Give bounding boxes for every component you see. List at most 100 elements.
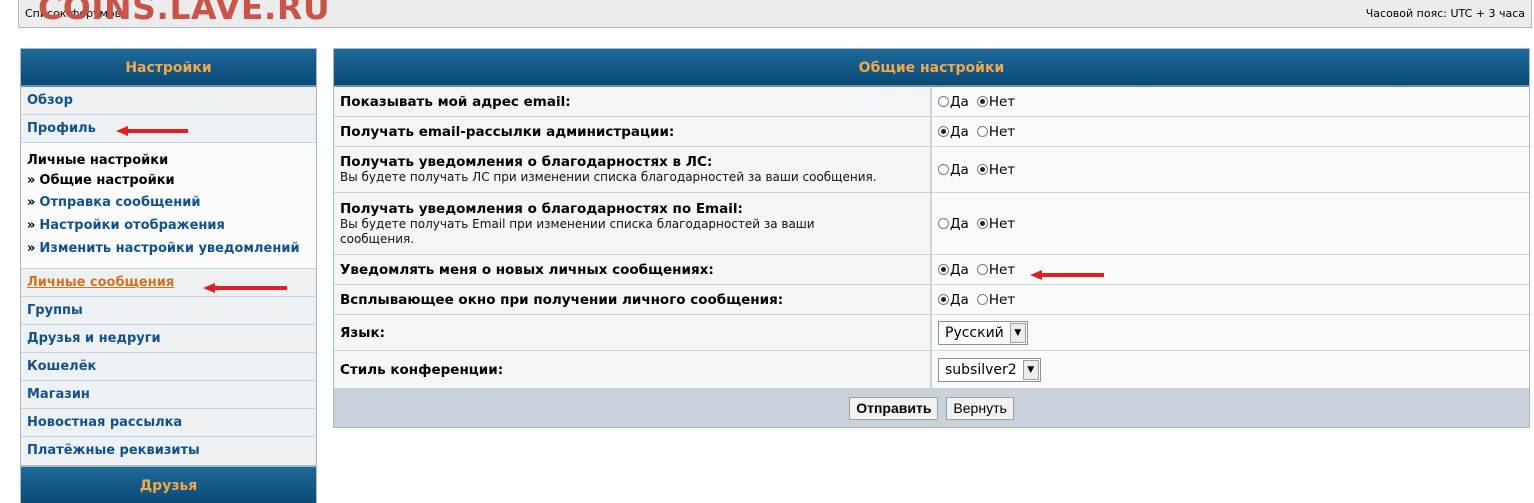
setting-label: Уведомлять меня о новых личных сообщения… — [340, 261, 714, 278]
general-settings-panel: Общие настройки Показывать мой адрес ema… — [333, 48, 1530, 428]
chevron-down-icon[interactable]: ▼ — [1009, 322, 1026, 343]
radio-label: Нет — [988, 93, 1016, 110]
sidebar-item-friends-foes[interactable]: Друзья и недруги — [21, 325, 316, 353]
sidebar-item-payment-details[interactable]: Платёжные реквизиты — [21, 437, 316, 465]
radio-no[interactable]: Нет — [976, 93, 1016, 110]
sidebar-section-title: Личные настройки — [27, 153, 169, 168]
radio-icon — [938, 164, 949, 175]
setting-label: Получать уведомления о благодарностях в … — [340, 154, 713, 170]
setting-description: Вы будете получать Email при изменении с… — [340, 216, 815, 246]
sidebar-subitem-general[interactable]: » Общие настройки — [27, 171, 316, 191]
annotation-arrow-icon — [1030, 270, 1104, 280]
sidebar-subitem-label: Отправка сообщений — [39, 195, 201, 210]
setting-label-cell: Получать уведомления о благодарностях по… — [334, 193, 932, 254]
radio-icon — [976, 294, 988, 305]
radio-icon — [976, 218, 988, 229]
language-select[interactable]: Русский ▼ — [938, 320, 1028, 345]
sidebar-subitem-display[interactable]: » Настройки отображения — [27, 214, 316, 237]
setting-label: Получать email-рассылки администрации: — [340, 123, 675, 140]
radio-icon — [938, 264, 949, 275]
chevron-down-icon[interactable]: ▼ — [1022, 359, 1039, 380]
setting-label: Показывать мой адрес email: — [340, 93, 571, 110]
setting-label: Стиль конференции: — [340, 361, 504, 378]
setting-label-cell: Показывать мой адрес email: — [334, 87, 932, 116]
radio-yes[interactable]: Да — [938, 292, 969, 308]
sidebar: Настройки Обзор Профиль Личные настройки… — [20, 48, 317, 466]
radio-icon — [976, 96, 988, 107]
setting-label: Получать уведомления о благодарностях по… — [340, 200, 743, 217]
sidebar-section-personal: Личные настройки » Общие настройки » Отпра… — [21, 143, 316, 269]
sidebar-subitem-notifications[interactable]: » Изменить настройки уведомлений — [27, 237, 316, 260]
setting-label-cell: Уведомлять меня о новых личных сообщения… — [334, 255, 932, 284]
setting-label: Всплывающее окно при получении личного с… — [340, 291, 784, 308]
select-value: Русский — [945, 324, 1004, 341]
radio-label: Да — [950, 291, 969, 308]
radio-label: Да — [950, 93, 969, 110]
raquo-icon: » — [27, 241, 36, 256]
radio-yes[interactable]: Да — [938, 124, 969, 140]
setting-options: Да Нет — [932, 285, 1529, 314]
raquo-icon: » — [27, 218, 36, 233]
select-value: subsilver2 — [945, 361, 1017, 378]
sidebar-item-shop[interactable]: Магазин — [21, 381, 316, 409]
radio-icon — [938, 294, 949, 305]
reset-button[interactable]: Вернуть — [946, 396, 1014, 420]
style-select[interactable]: subsilver2 ▼ — [938, 357, 1041, 382]
radio-icon — [976, 126, 988, 137]
setting-row-show-email: Показывать мой адрес email: Да Нет — [334, 87, 1529, 117]
setting-row-thanks-email: Получать уведомления о благодарностях по… — [334, 193, 1529, 255]
setting-options: Да Нет — [932, 255, 1529, 284]
sidebar-item-groups[interactable]: Группы — [21, 297, 316, 325]
sidebar-item-newsletter[interactable]: Новостная рассылка — [21, 409, 316, 437]
form-buttons: Отправить Вернуть — [334, 389, 1529, 427]
radio-label: Нет — [988, 123, 1016, 140]
friends-panel: Друзья — [20, 466, 317, 503]
sidebar-title: Настройки — [21, 49, 316, 87]
sidebar-item-overview[interactable]: Обзор — [21, 87, 316, 115]
setting-options: Да Нет — [932, 193, 1529, 254]
radio-label: Нет — [988, 261, 1016, 278]
radio-icon — [938, 126, 949, 137]
panel-title: Общие настройки — [334, 49, 1529, 87]
setting-label-cell: Стиль конференции: — [334, 351, 932, 388]
raquo-icon: » — [27, 173, 36, 188]
radio-yes[interactable]: Да — [938, 216, 969, 232]
radio-icon — [938, 96, 949, 107]
setting-options: Да Нет — [932, 117, 1529, 146]
submit-button[interactable]: Отправить — [849, 396, 939, 420]
timezone-label: Часовой пояс: UTC + 3 часа — [1365, 7, 1525, 20]
annotation-arrow-icon — [203, 283, 287, 293]
radio-no[interactable]: Нет — [976, 161, 1016, 178]
radio-no[interactable]: Нет — [976, 291, 1016, 308]
radio-icon — [976, 264, 988, 275]
sidebar-subitem-posting[interactable]: » Отправка сообщений — [27, 191, 316, 214]
setting-label-cell: Получать email-рассылки администрации: — [334, 117, 932, 146]
setting-row-new-pm-notify: Уведомлять меня о новых личных сообщения… — [334, 255, 1529, 285]
radio-no[interactable]: Нет — [976, 215, 1016, 232]
watermark: COINS.LAVE.RU — [38, 0, 331, 27]
radio-no[interactable]: Нет — [976, 123, 1016, 140]
setting-options: Да Нет — [932, 87, 1529, 116]
setting-label-cell: Получать уведомления о благодарностях в … — [334, 147, 932, 192]
sidebar-subitem-label: Общие настройки — [39, 173, 175, 188]
radio-label: Нет — [988, 161, 1016, 178]
radio-icon — [976, 164, 988, 175]
radio-no[interactable]: Нет — [976, 261, 1016, 278]
setting-row-language: Язык: Русский ▼ — [334, 315, 1529, 351]
radio-yes[interactable]: Да — [938, 162, 969, 178]
setting-row-style: Стиль конференции: subsilver2 ▼ — [334, 351, 1529, 389]
radio-label: Нет — [988, 291, 1016, 308]
raquo-icon: » — [27, 195, 36, 210]
setting-options: subsilver2 ▼ — [932, 351, 1529, 388]
radio-label: Да — [950, 261, 969, 278]
sidebar-item-wallet[interactable]: Кошелёк — [21, 353, 316, 381]
setting-label: Язык: — [340, 324, 386, 341]
setting-row-admin-emails: Получать email-рассылки администрации: Д… — [334, 117, 1529, 147]
radio-yes[interactable]: Да — [938, 94, 969, 110]
setting-label-cell: Язык: — [334, 315, 932, 350]
radio-yes[interactable]: Да — [938, 262, 969, 278]
radio-label: Нет — [988, 215, 1016, 232]
sidebar-subitem-label: Настройки отображения — [39, 218, 225, 233]
radio-label: Да — [950, 123, 969, 140]
setting-row-popup-pm: Всплывающее окно при получении личного с… — [334, 285, 1529, 315]
